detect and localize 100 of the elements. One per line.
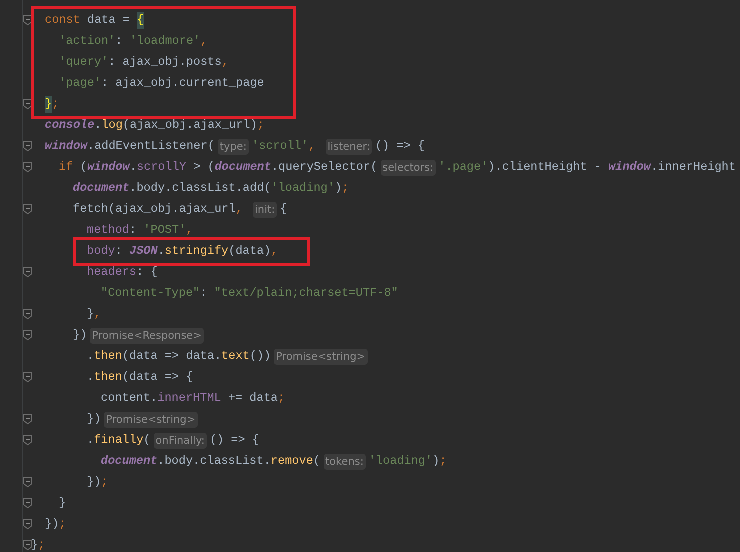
fold-marker-icon[interactable] (23, 477, 33, 488)
code-token: scrollY (136, 158, 186, 176)
code-token: ; (257, 116, 265, 134)
code-token: data = (87, 12, 131, 29)
fold-marker-icon[interactable] (23, 267, 33, 278)
code-token: , (222, 54, 229, 71)
code-token: remove (270, 452, 314, 470)
code-token: }) (87, 474, 102, 491)
fold-marker-icon[interactable] (23, 204, 33, 215)
code-token: . (94, 116, 102, 134)
inlay-hint: init: (253, 202, 278, 218)
code-token: .addEventListener( (87, 138, 215, 155)
code-token: headers (87, 264, 137, 281)
code-token: .body.classList. (158, 452, 271, 470)
code-token: ) (334, 180, 342, 197)
code-token: ; (101, 474, 108, 491)
code-token: 'loadmore' (130, 32, 201, 50)
fold-marker-icon[interactable] (23, 498, 33, 509)
code-token: } (45, 96, 52, 114)
code-token: 'POST' (144, 222, 186, 239)
inlay-hint: Promise<string> (274, 348, 368, 364)
code-token: then (94, 368, 122, 386)
inlay-hint: onFinally: (154, 432, 207, 448)
code-token: JSON (130, 242, 158, 260)
code-token: : ajax_obj.current_page (101, 74, 264, 92)
fold-marker-icon[interactable] (23, 162, 33, 173)
code-token: 'action' (59, 32, 116, 50)
code-token: , (186, 222, 194, 239)
fold-marker-icon[interactable] (23, 372, 33, 383)
code-token: document (73, 180, 130, 197)
code-token: ).clientHeight - (488, 158, 602, 176)
code-token: . (130, 158, 137, 176)
inlay-hint: selectors: (380, 160, 436, 176)
code-token: += data (227, 390, 278, 407)
code-token: .innerHeight (651, 158, 736, 176)
code-token: . (87, 432, 94, 449)
fold-marker-icon[interactable] (23, 330, 33, 341)
code-token: : { (136, 264, 158, 281)
code-token: : ajax_obj.posts (108, 54, 222, 71)
code-token: ; (278, 390, 286, 407)
code-token: > ( (192, 158, 215, 176)
fold-marker-icon[interactable] (23, 540, 33, 551)
code-token: { (137, 12, 144, 30)
code-token: , (271, 242, 278, 260)
code-token: innerHTML (158, 390, 222, 407)
code-token: (data => { (122, 368, 194, 386)
code-token: 'loading' (368, 452, 433, 470)
code-token: . (87, 348, 94, 365)
code-token: ; (342, 180, 350, 197)
code-token: }) (45, 516, 60, 533)
code-token: ()) (250, 348, 272, 365)
code-token: (data) (228, 242, 272, 260)
code-token: , (236, 200, 244, 218)
code-token: 'scroll' (252, 138, 309, 155)
code-token: 'query' (59, 54, 109, 71)
code-token: }) (87, 410, 102, 428)
code-token: ) (432, 452, 440, 470)
code-token: then (94, 348, 122, 365)
code-token: () => { (375, 138, 425, 155)
inlay-hint: Promise<string> (104, 412, 198, 428)
code-token: window (87, 158, 130, 176)
inlay-hint: listener: (326, 138, 372, 154)
code-token: ( (80, 158, 88, 176)
code-token: (ajax_obj.ajax_url) (122, 116, 258, 134)
fold-marker-icon[interactable] (23, 435, 33, 446)
code-token: ; (59, 516, 66, 533)
fold-marker-icon[interactable] (23, 141, 33, 152)
code-token: ; (440, 452, 447, 470)
code-token: text (222, 348, 250, 365)
code-token: ; (38, 536, 46, 552)
inlay-hint: type: (218, 138, 249, 154)
code-token: 'page' (59, 74, 102, 92)
code-token: : (116, 32, 124, 50)
code-token: : (200, 284, 208, 302)
code-token: (data => data. (122, 348, 222, 365)
code-token: . (158, 242, 165, 260)
code-token: document (101, 452, 158, 470)
fold-marker-icon[interactable] (23, 519, 33, 530)
fold-marker-icon[interactable] (23, 309, 33, 320)
code-token: : (115, 242, 124, 260)
code-token: : (129, 222, 138, 239)
code-token: body (87, 242, 116, 260)
code-token: document (214, 158, 272, 176)
code-token: ( (313, 452, 320, 470)
code-token: } (59, 494, 66, 512)
fold-marker-icon[interactable] (23, 414, 33, 425)
code-token: window (45, 138, 88, 155)
code-token: .body.classList.add( (130, 180, 272, 197)
code-token: '.page' (438, 158, 488, 176)
code-token: window (608, 158, 652, 176)
code-token: content. (101, 390, 158, 407)
code-token: .querySelector( (271, 158, 378, 176)
code-token: () => { (210, 432, 260, 449)
code-token: finally (94, 432, 144, 449)
code-token: } (31, 536, 38, 552)
code-token: stringify (164, 242, 229, 260)
inlay-hint: Promise<Response> (90, 328, 204, 344)
code-token: 'loading' (271, 180, 335, 197)
code-token: . (87, 368, 94, 386)
code-token: }) (73, 326, 88, 344)
